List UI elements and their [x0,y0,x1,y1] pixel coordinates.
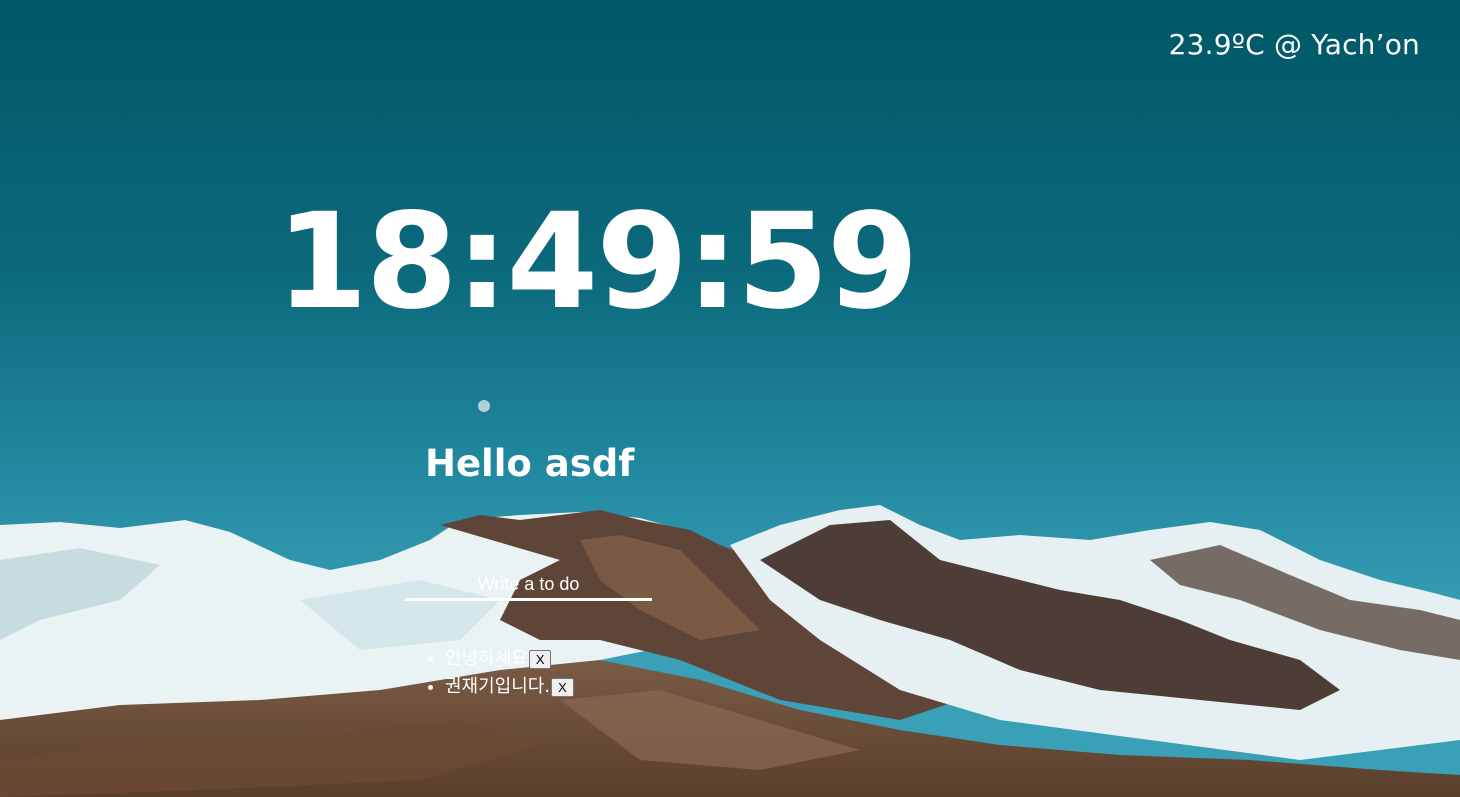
todo-item-label: 안녕하세요 [445,648,528,669]
list-item: 안녕하세요X [445,645,574,673]
todo-list: 안녕하세요X 권재기입니다.X [405,645,574,701]
todo-item-label: 권재기입니다. [445,676,551,697]
delete-todo-button[interactable]: X [528,649,552,669]
greeting: Hello asdf [425,442,635,485]
list-item: 권재기입니다.X [445,673,574,701]
weather-location-text: 23.9ºC @ Yach’on [1168,28,1420,61]
todo-form [405,572,652,601]
delete-todo-button[interactable]: X [551,677,574,697]
moon [478,400,490,412]
todo-input[interactable] [405,572,652,601]
clock: 18:49:59 [276,185,919,339]
background-landscape [0,0,1460,797]
